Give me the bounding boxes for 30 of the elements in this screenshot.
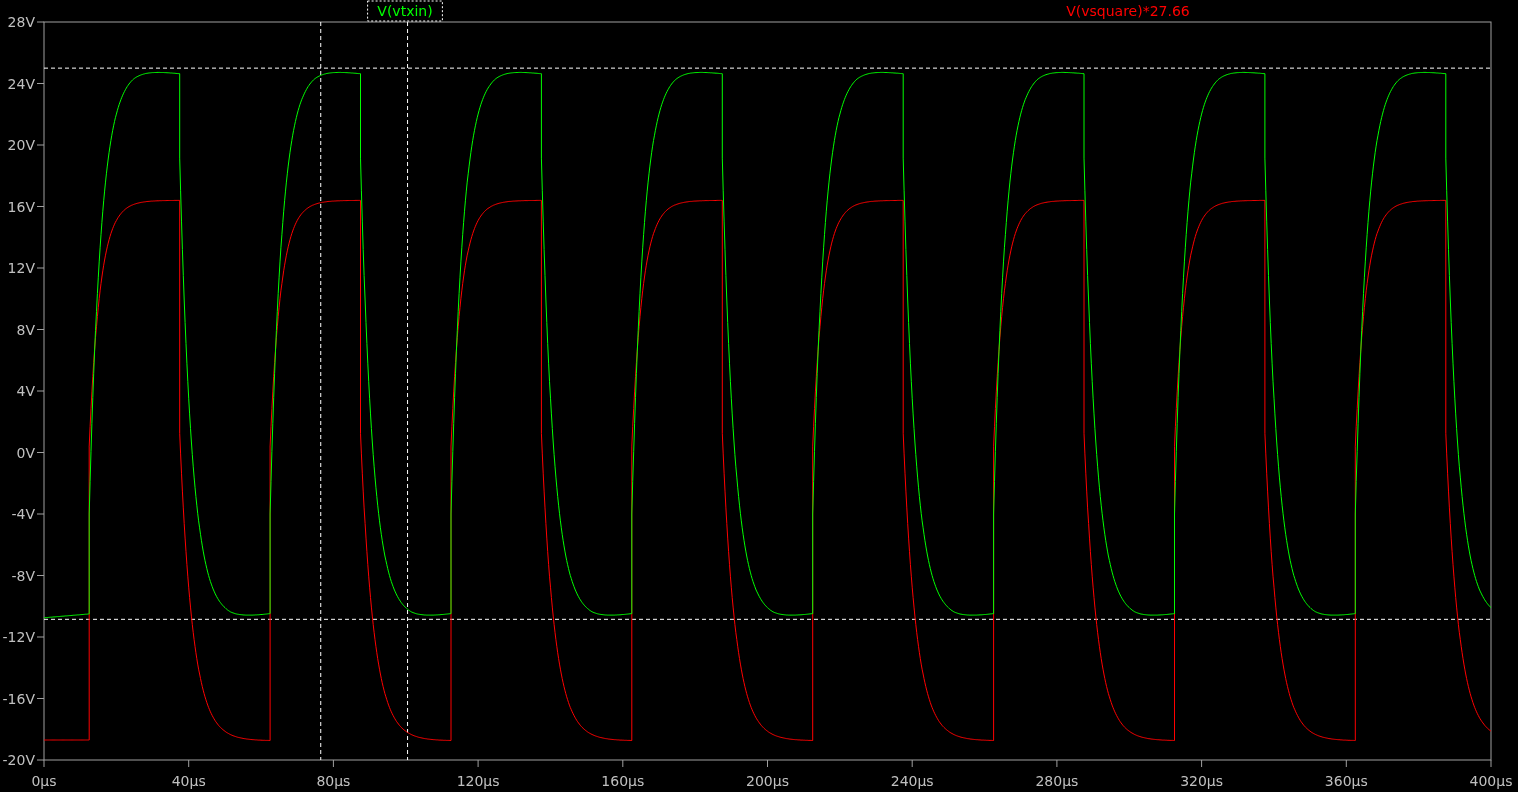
trace-label[interactable]: V(vsquare)*27.66	[1066, 3, 1190, 19]
x-axis-label: 0µs	[31, 773, 57, 789]
y-axis-label: 12V	[7, 260, 35, 276]
x-axis-label: 320µs	[1180, 773, 1224, 789]
y-axis-label: -20V	[2, 752, 35, 768]
y-axis-label: 4V	[16, 383, 35, 399]
y-axis-label: 28V	[7, 14, 35, 30]
y-axis-label: -8V	[11, 567, 35, 584]
y-axis-label: -16V	[2, 690, 35, 707]
y-axis-label: 24V	[7, 75, 35, 92]
cursor-line[interactable]	[43, 67, 1492, 69]
y-axis-label: 0V	[16, 444, 35, 461]
x-axis-label: 200µs	[746, 773, 789, 789]
y-axis-label: 20V	[7, 137, 35, 153]
cursor-line[interactable]	[43, 618, 1492, 620]
y-axis-label: 8V	[16, 321, 35, 338]
cursor-line[interactable]	[407, 21, 409, 761]
x-axis-label: 80µs	[316, 773, 351, 789]
trace-label[interactable]: V(vtxin)	[367, 0, 443, 22]
x-axis-label: 280µs	[1035, 773, 1079, 789]
x-axis-label: 120µs	[456, 773, 500, 789]
x-axis-label: 40µs	[171, 773, 206, 789]
y-axis-label: -4V	[11, 506, 35, 522]
x-axis-label: 160µs	[601, 773, 645, 789]
cursor-line[interactable]	[320, 21, 322, 761]
x-axis-label: 240µs	[890, 773, 934, 789]
y-axis-label: 16V	[7, 198, 35, 215]
y-axis-label: -12V	[2, 629, 35, 645]
x-axis-label: 360µs	[1324, 773, 1368, 789]
x-axis-label: 400µs	[1469, 773, 1513, 789]
